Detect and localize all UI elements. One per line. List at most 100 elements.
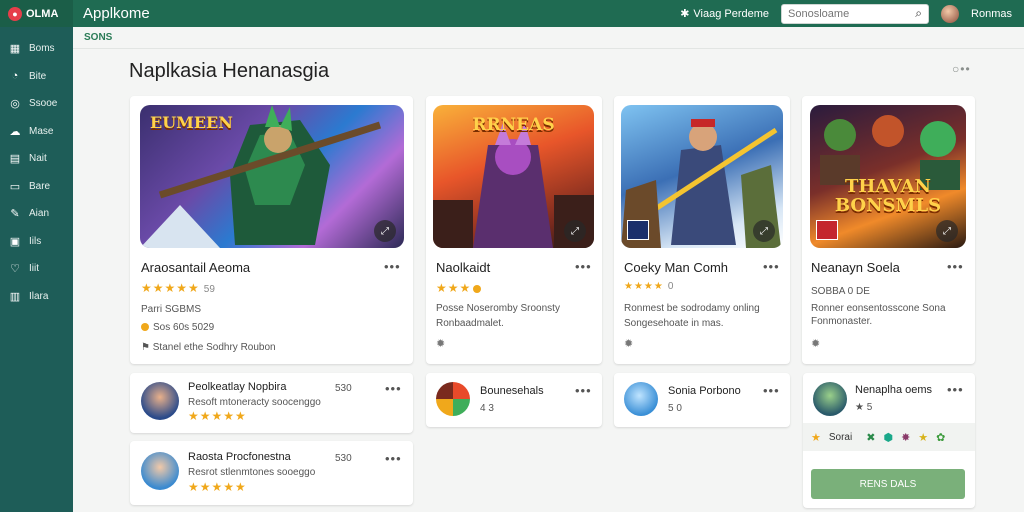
game-card-3[interactable]: ⤢ Coeky Man Comh ••• ★★★★ 0 Ronmest be so…: [614, 96, 790, 364]
search-box[interactable]: ⌕: [781, 3, 930, 24]
user-name[interactable]: Ronmas: [971, 8, 1012, 20]
rating-star-glyphs: ★★★: [436, 281, 472, 295]
sidebar-item-label: Nait: [29, 153, 47, 165]
expand-icon[interactable]: ⤢: [936, 220, 958, 242]
sidebar-item-6[interactable]: ▭ Bare: [0, 173, 73, 201]
mini-card-subtitle: Resrot stlenmtones sooeggo: [188, 467, 316, 478]
gear-icon: ✱: [680, 8, 690, 20]
settings-icon[interactable]: ✹: [811, 337, 820, 350]
mini-card-title[interactable]: Raosta Procfonestna: [188, 451, 291, 463]
coin-icon: [141, 323, 149, 332]
expand-icon[interactable]: ⤢: [753, 220, 775, 242]
expand-icon[interactable]: ⤢: [564, 220, 586, 242]
mini-card-title[interactable]: Bounesehals: [480, 385, 544, 397]
card-meta: Ronmest be sodrodamy onling: [624, 303, 760, 314]
mini-card-subtitle: ★ 5: [855, 402, 873, 413]
game-card-1[interactable]: EUMEEN ⤢ Araosantail Aeoma ••• ★★★★★ 59 P…: [130, 96, 413, 364]
chat-icon: ◔: [11, 70, 19, 83]
sidebar-item-8[interactable]: ▣ Iils: [0, 228, 73, 256]
card-meta: Ronbaadmalet.: [436, 318, 504, 329]
sidebar-item-9[interactable]: ♡ Iiit: [0, 255, 73, 283]
game-art[interactable]: RRNEAS ⤢: [433, 105, 594, 248]
search-icon[interactable]: ⌕: [915, 6, 922, 21]
settings-icon[interactable]: ✹: [624, 337, 633, 350]
star-icon: ★: [811, 431, 821, 444]
game-thumbnail[interactable]: [141, 382, 179, 420]
card-meta: Posse Noseromby Sroonsty: [436, 303, 560, 314]
game-card-4[interactable]: THAVAN BONSMLS ⤢ Neanayn Soela ••• SOBBA…: [802, 96, 975, 364]
more-icon[interactable]: •••: [384, 259, 401, 274]
mini-card-count: 530: [335, 383, 352, 394]
more-icon[interactable]: •••: [385, 381, 402, 396]
mini-card-subtitle: 5 0: [668, 403, 682, 414]
search-input[interactable]: [788, 7, 916, 20]
star-icon: ★: [918, 431, 929, 444]
mini-card[interactable]: Bounesehals 4 3 •••: [426, 373, 602, 427]
sidebar-item-5[interactable]: ▤ Nait: [0, 145, 73, 173]
sidebar-item-3[interactable]: ◎ Ssooe: [0, 90, 73, 118]
more-icon[interactable]: •••: [385, 451, 402, 466]
sidebar-item-label: Bite: [29, 70, 47, 82]
top-bar: ● OLMA Applkome ✱ Viaag Perdeme ⌕ Ronmas: [0, 0, 1024, 27]
game-thumbnail[interactable]: [624, 382, 658, 416]
mini-card[interactable]: Peolkeatlay Nopbira 530 Resoft mtoneract…: [130, 373, 413, 433]
sidebar-item-4[interactable]: ☁ Mase: [0, 118, 73, 146]
brand-logo-icon: ●: [8, 6, 22, 21]
art-title: RRNEAS: [472, 115, 555, 135]
settings-link[interactable]: ✱ Viaag Perdeme: [680, 7, 769, 21]
expand-icon[interactable]: ⤢: [374, 220, 396, 242]
breadcrumb[interactable]: SONS: [84, 32, 112, 43]
page-title: Naplkasia Henanasgia: [129, 60, 330, 82]
brand-name: OLMA: [26, 7, 59, 20]
sidebar-item-2[interactable]: ◔ Bite: [0, 63, 73, 91]
sidebar-item-label: Ssooe: [29, 98, 58, 110]
sidebar-item-label: Iils: [29, 235, 42, 247]
mini-card-subtitle: Resoft mtoneracty soocenggo: [188, 397, 321, 408]
mini-card-title[interactable]: Nenaplha oems: [855, 384, 932, 396]
card-title[interactable]: Naolkaidt: [436, 260, 490, 275]
mini-card-title[interactable]: Peolkeatlay Nopbira: [188, 381, 286, 393]
mini-card[interactable]: Raosta Procfonestna 530 Resrot stlenmton…: [130, 441, 413, 505]
view-deals-button[interactable]: RENS DALS: [811, 469, 965, 499]
card-meta: ⚑ Stanel ethe Sodhry Roubon: [141, 341, 276, 354]
edit-icon: ✎: [10, 208, 20, 221]
mini-card-title[interactable]: Sonia Porbono: [668, 385, 741, 397]
sidebar-item-label: Iiit: [29, 263, 39, 275]
rating-stars: ★★★★ 0: [624, 281, 673, 292]
sidebar-item-label: Bare: [29, 180, 51, 192]
hex-icon: ⬢: [883, 431, 894, 444]
card-meta-text: Sos 60s 5029: [153, 322, 215, 333]
more-options-icon[interactable]: ○••: [952, 62, 971, 76]
brand[interactable]: ● OLMA: [0, 0, 73, 27]
sidebar-item-1[interactable]: ▦ Boms: [0, 35, 73, 63]
game-art[interactable]: EUMEEN ⤢: [140, 105, 404, 248]
more-icon[interactable]: •••: [763, 383, 780, 398]
card-title[interactable]: Neanayn Soela: [811, 260, 900, 275]
mini-card[interactable]: Sonia Porbono 5 0 •••: [614, 373, 790, 427]
more-icon[interactable]: •••: [575, 383, 592, 398]
game-thumbnail[interactable]: [813, 382, 847, 416]
sidebar-item-10[interactable]: ▥ Ilara: [0, 283, 73, 311]
sidebar-item-label: Ilara: [29, 290, 49, 302]
tray-label: Sorai: [828, 431, 853, 443]
more-icon[interactable]: •••: [947, 259, 964, 274]
more-icon[interactable]: •••: [763, 259, 780, 274]
badge-icon: [816, 220, 838, 240]
cloud-icon: ☁: [9, 125, 21, 138]
game-card-2[interactable]: RRNEAS ⤢ Naolkaidt ••• ★★★ Posse Noserom…: [426, 96, 602, 364]
more-icon[interactable]: •••: [947, 382, 964, 397]
sidebar-item-7[interactable]: ✎ Aian: [0, 200, 73, 228]
sidebar-item-label: Aian: [29, 208, 50, 220]
game-thumbnail[interactable]: [141, 452, 179, 490]
game-thumbnail[interactable]: [436, 382, 470, 416]
avatar[interactable]: [941, 4, 960, 23]
card-title[interactable]: Coeky Man Comh: [624, 260, 728, 275]
card-meta: Songesehoate in mas.: [624, 318, 724, 329]
badge-icon: [627, 220, 649, 240]
settings-icon[interactable]: ✹: [436, 337, 445, 350]
card-title[interactable]: Araosantail Aeoma: [141, 260, 250, 275]
game-art[interactable]: THAVAN BONSMLS ⤢: [810, 105, 966, 248]
game-art[interactable]: ⤢: [621, 105, 783, 248]
more-icon[interactable]: •••: [575, 259, 592, 274]
rating-stars: ★★★★★: [188, 480, 247, 494]
